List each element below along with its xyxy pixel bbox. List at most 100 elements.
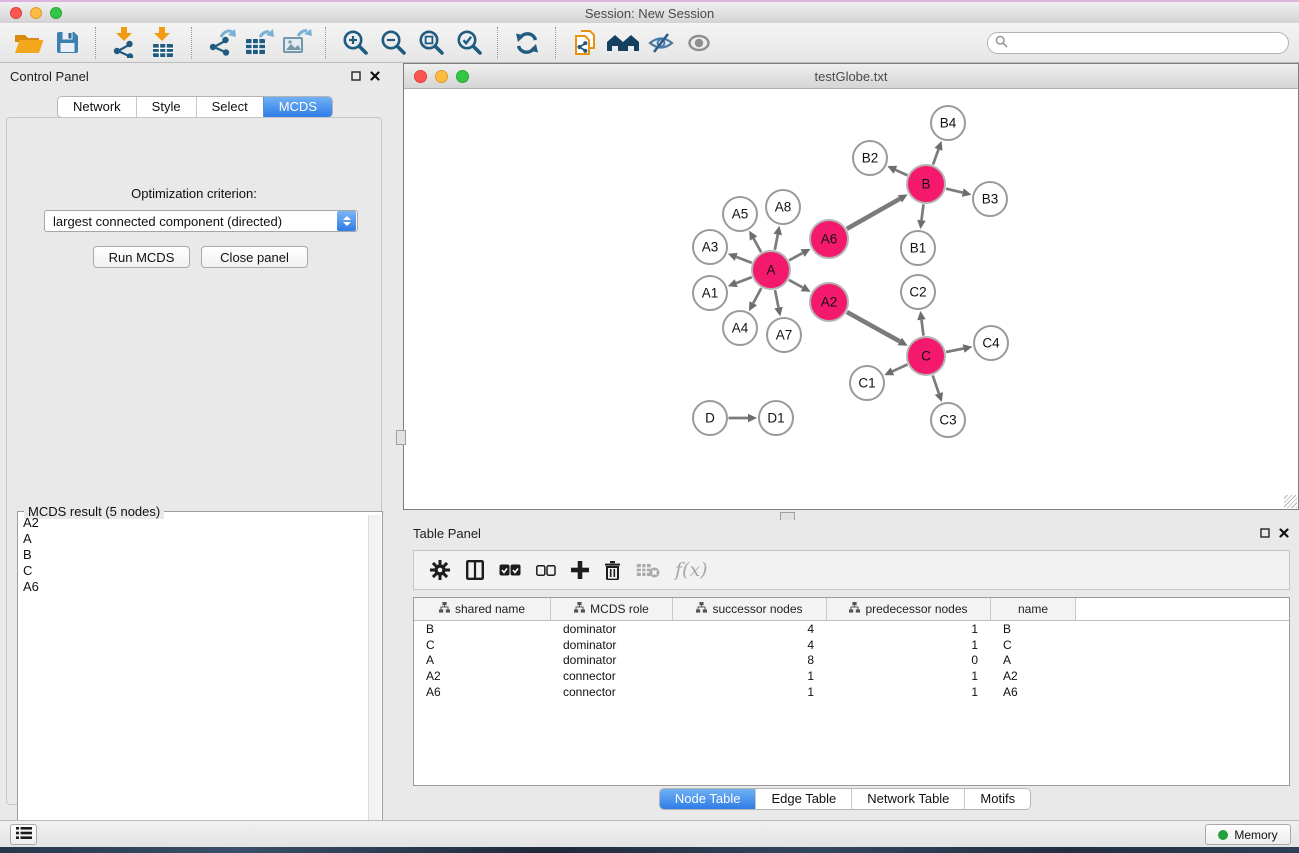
table-row[interactable]: A2connector11A2 (414, 668, 1289, 684)
cell-shared-name[interactable]: C (414, 638, 551, 652)
graph-edge[interactable] (922, 204, 924, 220)
result-item[interactable]: A2 (19, 515, 368, 531)
memory-button[interactable]: Memory (1205, 824, 1291, 845)
save-session-button[interactable] (48, 26, 86, 60)
cell-MCDS-role[interactable]: connector (551, 669, 673, 683)
cell-shared-name[interactable]: A (414, 653, 551, 667)
result-scrollbar[interactable] (368, 515, 381, 851)
refresh-button[interactable] (508, 26, 546, 60)
result-item[interactable]: A6 (19, 579, 368, 595)
zoom-selected-button[interactable] (450, 26, 488, 60)
show-graphics-button[interactable] (680, 26, 718, 60)
cell-successor-nodes[interactable]: 1 (673, 669, 827, 683)
graph-edge[interactable] (775, 235, 778, 250)
export-network-button[interactable] (202, 26, 240, 60)
run-mcds-button[interactable]: Run MCDS (93, 246, 190, 268)
float-table-panel-icon[interactable] (1260, 528, 1270, 538)
graph-edge[interactable] (922, 320, 924, 336)
cell-MCDS-role[interactable]: dominator (551, 638, 673, 652)
close-panel-button[interactable]: Close panel (201, 246, 308, 268)
zoom-out-button[interactable] (374, 26, 412, 60)
cell-shared-name[interactable]: B (414, 622, 551, 636)
column-header-shared-name[interactable]: shared name (414, 598, 551, 620)
float-panel-icon[interactable] (351, 71, 361, 81)
cell-name[interactable]: A (991, 653, 1076, 667)
graph-edge[interactable] (789, 253, 802, 260)
delete-row-button[interactable] (604, 560, 621, 580)
search-input[interactable] (1012, 34, 1288, 52)
cell-predecessor-nodes[interactable]: 1 (827, 638, 991, 652)
hide-annotations-button[interactable] (642, 26, 680, 60)
resize-grip-icon[interactable] (1284, 495, 1297, 508)
add-row-button[interactable] (571, 561, 589, 579)
graph-edge[interactable] (789, 280, 803, 288)
vertical-split-handle[interactable] (396, 430, 406, 445)
cell-MCDS-role[interactable]: dominator (551, 653, 673, 667)
tab-network-table[interactable]: Network Table (851, 789, 964, 809)
graph-edge[interactable] (847, 312, 900, 341)
result-item[interactable]: C (19, 563, 368, 579)
search-field[interactable] (987, 32, 1289, 54)
cell-predecessor-nodes[interactable]: 1 (827, 622, 991, 636)
import-table-button[interactable] (144, 26, 182, 60)
network-frame-titlebar[interactable]: testGlobe.txt (404, 64, 1298, 89)
tab-node-table[interactable]: Node Table (660, 789, 756, 809)
select-all-button[interactable] (499, 564, 521, 576)
home-layout-button[interactable] (604, 26, 642, 60)
tab-motifs[interactable]: Motifs (964, 789, 1030, 809)
tab-mcds[interactable]: MCDS (263, 97, 332, 117)
close-panel-icon[interactable] (370, 71, 380, 81)
graph-edge[interactable] (754, 239, 762, 253)
cell-MCDS-role[interactable]: connector (551, 685, 673, 699)
import-network-button[interactable] (106, 26, 144, 60)
cell-predecessor-nodes[interactable]: 1 (827, 669, 991, 683)
cell-name[interactable]: A2 (991, 669, 1076, 683)
criterion-dropdown[interactable]: largest connected component (directed) (44, 210, 358, 232)
table-row[interactable]: Bdominator41B (414, 621, 1289, 637)
graph-edge[interactable] (933, 149, 939, 164)
tab-edge-table[interactable]: Edge Table (755, 789, 851, 809)
cell-name[interactable]: B (991, 622, 1076, 636)
export-image-button[interactable] (278, 26, 316, 60)
column-header-name[interactable]: name (991, 598, 1076, 620)
column-header-MCDS-role[interactable]: MCDS role (551, 598, 673, 620)
export-table-button[interactable] (240, 26, 278, 60)
column-header-successor-nodes[interactable]: successor nodes (673, 598, 827, 620)
result-item[interactable]: B (19, 547, 368, 563)
result-item[interactable]: A (19, 531, 368, 547)
open-session-button[interactable] (10, 26, 48, 60)
cell-shared-name[interactable]: A2 (414, 669, 551, 683)
graph-edge[interactable] (893, 365, 908, 372)
table-row[interactable]: A6connector11A6 (414, 684, 1289, 700)
cell-name[interactable]: A6 (991, 685, 1076, 699)
gear-button[interactable] (429, 559, 451, 581)
zoom-in-button[interactable] (336, 26, 374, 60)
graph-edge[interactable] (946, 189, 963, 193)
graph-edge[interactable] (775, 290, 779, 307)
graph-edge[interactable] (946, 349, 963, 353)
graph-edge[interactable] (895, 170, 907, 176)
table-row[interactable]: Cdominator41C (414, 637, 1289, 653)
duplicate-network-button[interactable] (566, 26, 604, 60)
cell-successor-nodes[interactable]: 4 (673, 622, 827, 636)
cell-successor-nodes[interactable]: 8 (673, 653, 827, 667)
table-row[interactable]: Adominator80A (414, 653, 1289, 669)
graph-edge[interactable] (847, 199, 900, 229)
cell-name[interactable]: C (991, 638, 1076, 652)
zoom-fit-button[interactable] (412, 26, 450, 60)
cell-MCDS-role[interactable]: dominator (551, 622, 673, 636)
split-view-button[interactable] (466, 560, 484, 580)
tab-network[interactable]: Network (58, 97, 136, 117)
task-history-button[interactable] (10, 824, 37, 845)
graph-edge[interactable] (933, 375, 939, 393)
deselect-all-button[interactable] (536, 565, 556, 576)
cell-shared-name[interactable]: A6 (414, 685, 551, 699)
close-table-panel-icon[interactable] (1279, 528, 1289, 538)
tab-style[interactable]: Style (136, 97, 196, 117)
column-header-predecessor-nodes[interactable]: predecessor nodes (827, 598, 991, 620)
graph-edge[interactable] (736, 277, 752, 283)
graph-edge[interactable] (736, 257, 752, 263)
cell-predecessor-nodes[interactable]: 0 (827, 653, 991, 667)
cell-predecessor-nodes[interactable]: 1 (827, 685, 991, 699)
tab-select[interactable]: Select (196, 97, 263, 117)
